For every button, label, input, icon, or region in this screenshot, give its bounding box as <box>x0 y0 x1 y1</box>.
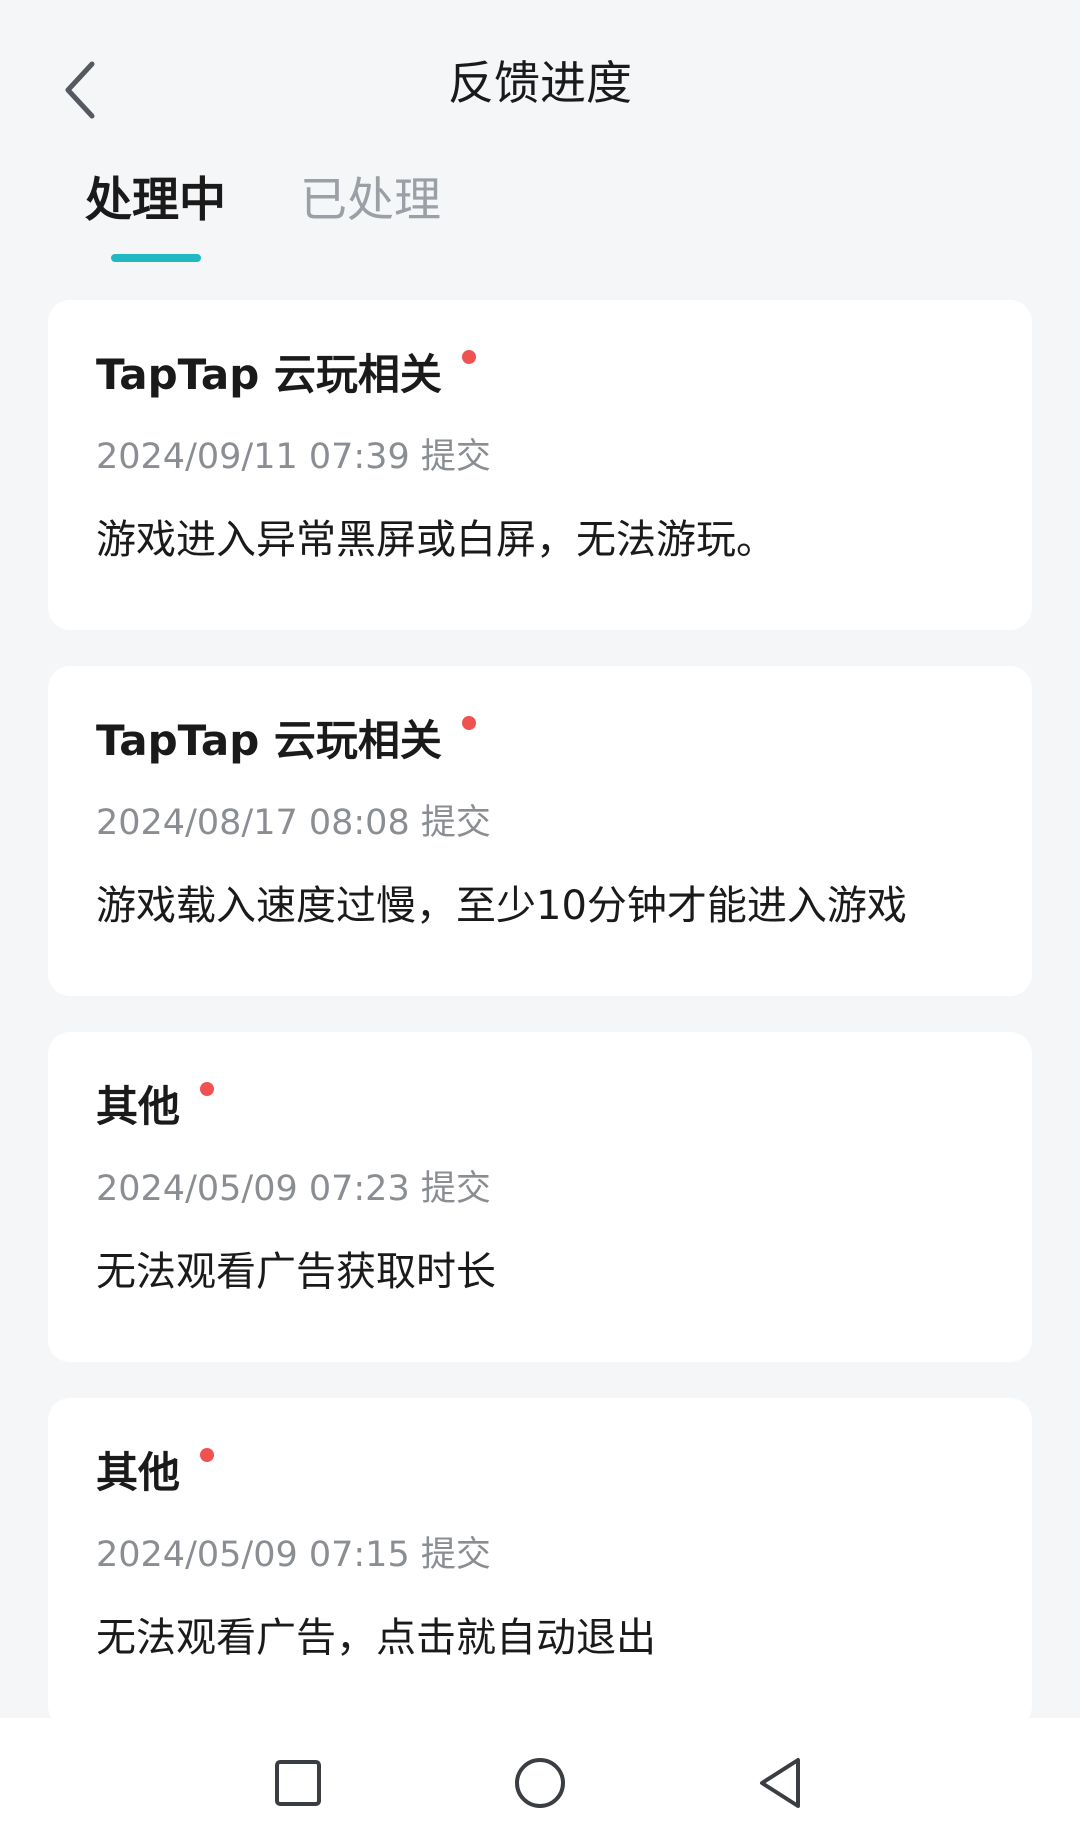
triangle-back-icon <box>760 1758 800 1808</box>
feedback-title-row: 其他 <box>96 1440 984 1506</box>
feedback-category: 其他 <box>96 1082 181 1131</box>
feedback-description: 游戏进入异常黑屏或白屏，无法游玩。 <box>96 517 776 563</box>
feedback-submit-time: 2024/08/17 08:08 提交 <box>96 803 491 843</box>
tab-processing[interactable]: 处理中 <box>85 168 226 268</box>
feedback-category: TapTap 云玩相关 <box>96 350 442 399</box>
tab-processing-label: 处理中 <box>85 173 226 228</box>
system-navigation-bar <box>0 1718 1080 1848</box>
page-title: 反馈进度 <box>448 56 632 110</box>
feedback-card[interactable]: TapTap 云玩相关 2024/08/17 08:08 提交 游戏载入速度过慢… <box>48 666 1032 996</box>
system-back-button[interactable] <box>740 1743 820 1823</box>
unread-dot <box>200 1082 215 1096</box>
feedback-list: TapTap 云玩相关 2024/09/11 07:39 提交 游戏进入异常黑屏… <box>48 300 1032 1764</box>
feedback-submit-time: 2024/09/11 07:39 提交 <box>96 437 491 477</box>
tab-processed-label: 已处理 <box>300 173 441 228</box>
feedback-title-row: TapTap 云玩相关 <box>96 708 984 774</box>
feedback-progress-page: 反馈进度 处理中 已处理 TapTap 云玩相关 2024/09/11 07:3… <box>0 0 1080 1848</box>
tab-processed[interactable]: 已处理 <box>300 168 441 268</box>
feedback-category: TapTap 云玩相关 <box>96 716 442 765</box>
header: 反馈进度 <box>0 0 1080 165</box>
feedback-title-row: 其他 <box>96 1074 984 1140</box>
feedback-description: 无法观看广告，点击就自动退出 <box>96 1615 656 1661</box>
square-icon <box>275 1760 321 1806</box>
tab-active-indicator <box>111 254 201 262</box>
feedback-submit-time: 2024/05/09 07:23 提交 <box>96 1169 491 1209</box>
feedback-title-row: TapTap 云玩相关 <box>96 342 984 408</box>
unread-dot <box>200 1448 215 1462</box>
feedback-description: 无法观看广告获取时长 <box>96 1249 496 1295</box>
home-button[interactable] <box>500 1743 580 1823</box>
feedback-card[interactable]: 其他 2024/05/09 07:15 提交 无法观看广告，点击就自动退出 <box>48 1398 1032 1728</box>
recent-apps-button[interactable] <box>258 1743 338 1823</box>
circle-icon <box>515 1758 565 1808</box>
tab-bar: 处理中 已处理 <box>85 168 515 268</box>
feedback-description: 游戏载入速度过慢，至少10分钟才能进入游戏 <box>96 883 907 929</box>
unread-dot <box>461 350 476 364</box>
unread-dot <box>461 716 476 730</box>
feedback-category: 其他 <box>96 1448 181 1497</box>
feedback-submit-time: 2024/05/09 07:15 提交 <box>96 1535 491 1575</box>
feedback-card[interactable]: TapTap 云玩相关 2024/09/11 07:39 提交 游戏进入异常黑屏… <box>48 300 1032 630</box>
feedback-card[interactable]: 其他 2024/05/09 07:23 提交 无法观看广告获取时长 <box>48 1032 1032 1362</box>
